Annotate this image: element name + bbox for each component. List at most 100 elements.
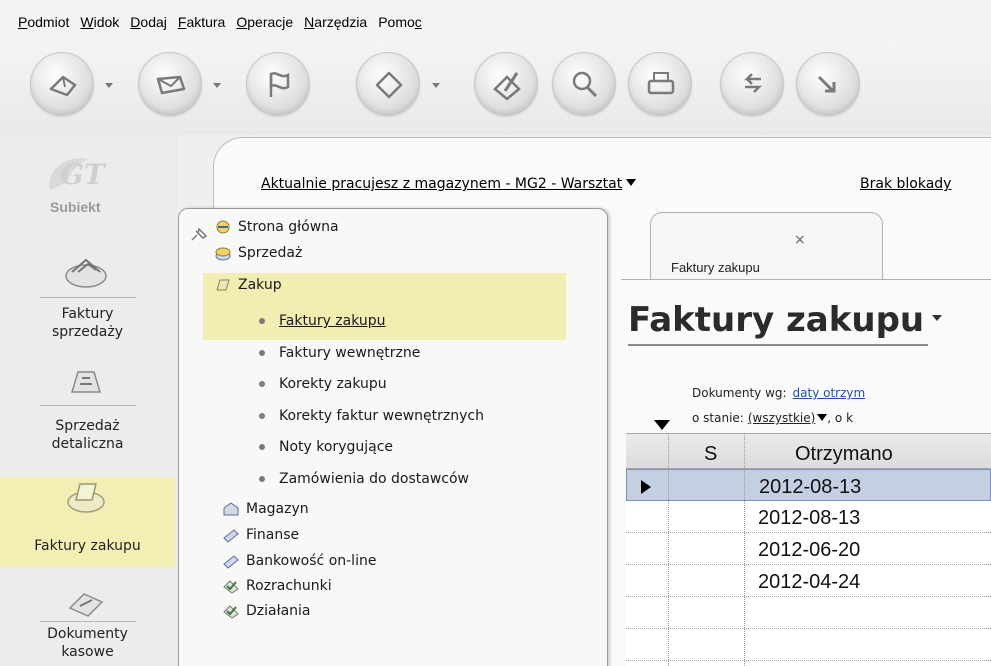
blank-document-icon	[375, 71, 403, 99]
tree-item-zamowienia-do-dostawcow[interactable]: Zamówienia do dostawców	[259, 468, 469, 490]
home-icon	[214, 218, 232, 236]
tree-node-rozrachunki[interactable]: Rozrachunki	[222, 575, 332, 597]
tree-item-label: Zamówienia do dostawców	[279, 471, 469, 487]
svg-text:GT: GT	[60, 158, 107, 191]
table-row[interactable]: 2012-04-24	[626, 565, 991, 597]
state-label: o stanie:	[692, 411, 744, 425]
column-divider	[668, 433, 669, 666]
send-document-button[interactable]	[138, 52, 202, 116]
flag-button[interactable]	[246, 52, 310, 116]
tree-node-label: Zakup	[238, 277, 282, 293]
date-filter-link[interactable]: daty otrzym	[793, 386, 866, 400]
edit-button[interactable]	[474, 52, 538, 116]
back-button[interactable]	[720, 52, 784, 116]
chevron-down-icon	[626, 179, 637, 186]
send-dropdown-arrow[interactable]	[211, 82, 223, 90]
close-icon[interactable]: ×	[794, 232, 806, 248]
nav-label: sprzedaży	[52, 324, 123, 340]
tree-node-sprzedaz[interactable]: Sprzedaż	[214, 242, 302, 264]
cash-register-icon	[58, 362, 114, 402]
bullet	[259, 444, 265, 450]
cell-otrzymano: 2012-08-13	[759, 476, 862, 498]
row-pointer-icon	[641, 480, 651, 494]
tree-node-zakup[interactable]: Zakup	[214, 274, 282, 296]
receive-document-button[interactable]	[30, 52, 94, 116]
tree-item-korekty-zakupu[interactable]: Korekty zakupu	[259, 373, 387, 395]
table-row[interactable]: 2012-06-20	[626, 533, 991, 565]
print-button[interactable]	[628, 52, 692, 116]
online-banking-icon	[222, 552, 240, 570]
envelope-arrow-icon	[156, 75, 186, 95]
actions-icon	[222, 602, 240, 620]
tree-node-finanse[interactable]: Finanse	[222, 524, 299, 546]
new-document-button[interactable]	[356, 52, 420, 116]
menu-dodaj[interactable]: Dodaj	[130, 14, 167, 30]
tree-node-label: Bankowość on-line	[246, 553, 377, 569]
tree-item-label: Korekty zakupu	[279, 376, 387, 392]
tree-item-label: Faktury wewnętrzne	[279, 345, 421, 361]
table-row[interactable]	[626, 597, 991, 629]
nav-divider	[40, 405, 136, 406]
state-filter-link[interactable]: (wszystkie)	[748, 411, 815, 425]
receive-dropdown-arrow[interactable]	[103, 82, 115, 90]
magnifier-document-icon	[572, 71, 598, 98]
tab-faktury-zakupu[interactable]: Faktury zakupu ×	[650, 212, 883, 280]
forward-button[interactable]	[796, 52, 860, 116]
state-filter: o stanie: (wszystkie) , o k	[692, 411, 853, 425]
menu-narzedzia[interactable]: Narzędzia	[304, 14, 367, 30]
table-header: S Otrzymano	[626, 433, 991, 469]
menu-podmiot[interactable]: Podmiot	[18, 14, 69, 30]
menu-faktura[interactable]: Faktura	[178, 14, 225, 30]
cell-otrzymano: 2012-06-20	[758, 539, 861, 561]
table-row[interactable]: 2012-08-13	[626, 501, 991, 533]
documents-table: S Otrzymano 2012-08-13 2012-08-13 2012-0…	[626, 433, 991, 666]
search-document-button[interactable]	[552, 52, 616, 116]
menu-bar: Podmiot Widok Dodaj Faktura Operacje Nar…	[0, 0, 991, 40]
date-filter: Dokumenty wg: daty otrzym	[692, 386, 865, 400]
tree-node-magazyn[interactable]: Magazyn	[222, 498, 309, 520]
bullet	[259, 318, 265, 324]
app-logo-text: Subiekt	[50, 199, 101, 215]
cell-otrzymano: 2012-04-24	[758, 571, 861, 593]
tree-node-dzialania[interactable]: Działania	[222, 600, 311, 622]
printer-icon	[647, 72, 675, 95]
menu-operacje[interactable]: Operacje	[236, 14, 293, 30]
tree-item-faktury-wewnetrzne[interactable]: Faktury wewnętrzne	[259, 342, 420, 364]
gt-logo-icon: GT	[49, 158, 107, 191]
nav-label: Sprzedaż	[55, 418, 120, 434]
nav-label: kasowe	[61, 644, 114, 660]
purchase-icon	[214, 276, 232, 294]
info-bar: Aktualnie pracujesz z magazynem - MG2 - …	[214, 138, 991, 202]
table-row[interactable]	[626, 629, 991, 661]
collapse-filter-icon[interactable]	[654, 420, 670, 430]
page-title[interactable]: Faktury zakupu	[628, 300, 943, 340]
table-row[interactable]: 2012-08-13	[626, 469, 991, 501]
purchase-invoices-icon	[58, 476, 114, 516]
column-header-otrzymano[interactable]: Otrzymano	[795, 443, 893, 466]
bullet	[259, 476, 265, 482]
tree-node-label: Strona główna	[238, 219, 339, 235]
menu-widok[interactable]: Widok	[80, 14, 119, 30]
menu-pomoc[interactable]: Pomoc	[378, 14, 422, 30]
column-header-s[interactable]: S	[704, 443, 717, 466]
tree-item-label: Korekty faktur wewnętrznych	[279, 408, 484, 424]
tree-node-strona-glowna[interactable]: Strona główna	[214, 216, 339, 238]
nav-label: Faktury	[61, 306, 114, 322]
tab-strip-line	[621, 279, 991, 280]
new-document-dropdown-arrow[interactable]	[430, 82, 442, 90]
filter-label: Dokumenty wg:	[692, 386, 787, 400]
tree-item-korekty-faktur-wewnetrznych[interactable]: Korekty faktur wewnętrznych	[259, 405, 484, 427]
tree-node-label: Rozrachunki	[246, 578, 332, 594]
chevron-down-icon[interactable]	[817, 414, 828, 421]
tree-item-noty-korygujace[interactable]: Noty korygujące	[259, 436, 393, 458]
lock-status-link[interactable]: Brak blokady	[860, 176, 951, 192]
tree-node-bankowosc[interactable]: Bankowość on-line	[222, 550, 376, 572]
pin-icon[interactable]	[190, 227, 208, 242]
tab-label: Faktury zakupu	[671, 260, 760, 275]
finance-icon	[222, 526, 240, 544]
sales-invoices-icon	[58, 250, 114, 290]
tree-node-label: Finanse	[246, 527, 300, 543]
tree-item-faktury-zakupu[interactable]: Faktury zakupu	[259, 310, 386, 332]
warehouse-selector[interactable]: Aktualnie pracujesz z magazynem - MG2 - …	[261, 176, 637, 192]
settlements-icon	[222, 577, 240, 595]
